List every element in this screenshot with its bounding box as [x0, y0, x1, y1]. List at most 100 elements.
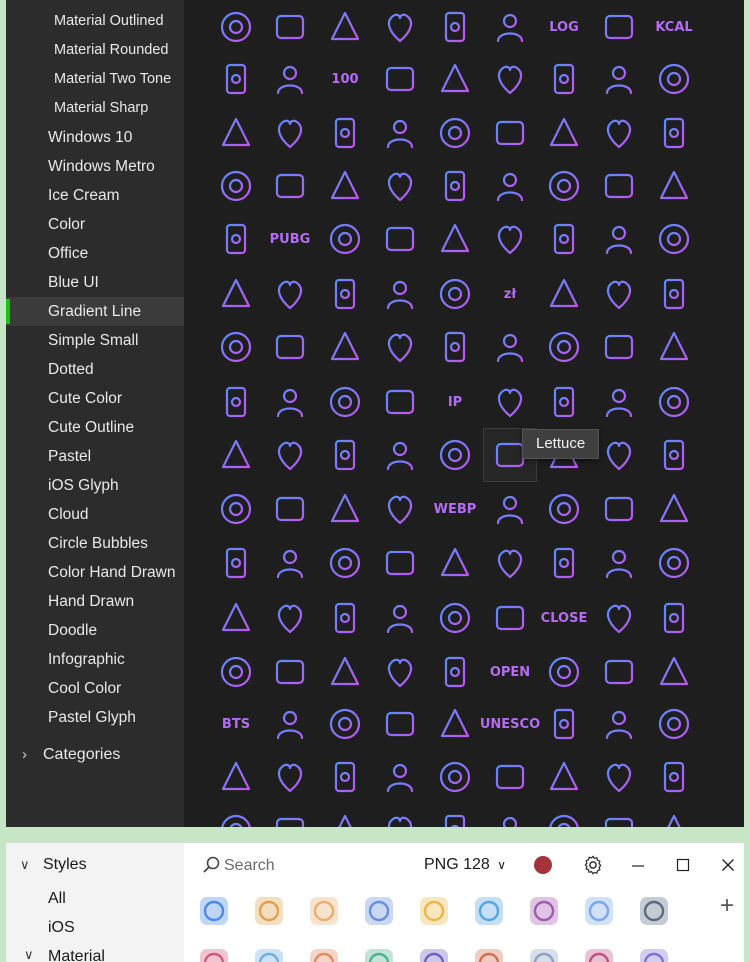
tap-grid-icon[interactable]	[429, 592, 481, 644]
sidebar-item-hand-drawn[interactable]: Hand Drawn	[6, 587, 184, 616]
swimsuit-icon[interactable]	[469, 891, 509, 931]
ground-icon[interactable]	[634, 891, 674, 931]
misc-7-icon[interactable]	[538, 804, 590, 827]
playstation-icon[interactable]	[319, 698, 371, 750]
sidebar-item-pastel-glyph[interactable]: Pastel Glyph	[6, 703, 184, 732]
building-icon[interactable]	[374, 646, 426, 698]
kcal-icon[interactable]: KCAL	[648, 1, 700, 53]
bottle-icon[interactable]	[319, 537, 371, 589]
piggy-icon[interactable]	[593, 592, 645, 644]
webp-icon[interactable]: WEBP	[429, 483, 481, 535]
paint-canvas-icon[interactable]	[538, 537, 590, 589]
sidebar-item-cloud[interactable]: Cloud	[6, 500, 184, 529]
support-icon[interactable]	[593, 751, 645, 803]
flag-post-icon[interactable]	[484, 321, 536, 373]
bts-logo-icon[interactable]	[264, 698, 316, 750]
sidebar-item-dotted[interactable]: Dotted	[6, 355, 184, 384]
search-input[interactable]	[222, 852, 386, 880]
misc-9-icon[interactable]	[648, 804, 700, 827]
sidebar-item-windows-10[interactable]: Windows 10	[6, 123, 184, 152]
receptionist-icon[interactable]	[374, 107, 426, 159]
phoenix-icon[interactable]	[249, 891, 289, 931]
traffic-cone-icon[interactable]	[210, 321, 262, 373]
spray-icon[interactable]	[538, 213, 590, 265]
telegram-icon[interactable]	[429, 107, 481, 159]
electric-toothbrush-icon[interactable]	[210, 160, 262, 212]
zloty-icon[interactable]: zł	[484, 268, 536, 320]
exchange-money-icon[interactable]	[319, 751, 371, 803]
minimize-button[interactable]	[624, 851, 652, 879]
shutter-icon[interactable]	[210, 751, 262, 803]
empress-icon[interactable]	[538, 268, 590, 320]
blender-icon[interactable]	[429, 646, 481, 698]
target-icon[interactable]	[264, 1, 316, 53]
speedometer-icon[interactable]	[648, 53, 700, 105]
sidebar-item-office[interactable]: Office	[6, 239, 184, 268]
misc-1-icon[interactable]	[210, 804, 262, 827]
color-picker-button[interactable]	[534, 856, 552, 874]
hundred-icon[interactable]: 100	[319, 53, 371, 105]
four-badge-icon[interactable]	[648, 698, 700, 750]
at-sign-icon[interactable]	[648, 376, 700, 428]
styles-header[interactable]: Styles	[43, 851, 87, 879]
gitlab-icon[interactable]	[210, 429, 262, 481]
bridge-icon[interactable]	[429, 160, 481, 212]
stretcher-icon[interactable]	[648, 213, 700, 265]
tv-set-icon[interactable]	[374, 1, 426, 53]
steak-icon[interactable]	[484, 537, 536, 589]
misc-5-icon[interactable]	[429, 804, 481, 827]
deathly-hallows-icon[interactable]	[524, 891, 564, 931]
exchange-icon[interactable]	[429, 429, 481, 481]
open-sign-icon[interactable]: OPEN	[484, 646, 536, 698]
dollar-find-icon[interactable]	[538, 751, 590, 803]
facebook-icon[interactable]	[264, 53, 316, 105]
braces-tooth-icon[interactable]	[648, 107, 700, 159]
vase-icon[interactable]	[524, 943, 564, 962]
style-item-material[interactable]: Material	[48, 943, 105, 962]
bts-icon[interactable]: BTS	[210, 698, 262, 750]
hospital-bed-icon[interactable]	[593, 213, 645, 265]
style-item-all[interactable]: All	[48, 885, 66, 913]
sharepoint-icon[interactable]	[319, 429, 371, 481]
gauge-icon[interactable]	[593, 53, 645, 105]
search-box[interactable]	[202, 852, 392, 880]
bank-icon[interactable]	[538, 646, 590, 698]
sidebar-item-ios-glyph[interactable]: iOS Glyph	[6, 471, 184, 500]
vinyl-icon[interactable]	[414, 943, 454, 962]
sidebar-item-material-material-rounded[interactable]: Material Rounded	[6, 36, 184, 65]
windows-logo-icon[interactable]	[374, 429, 426, 481]
baby-toy-icon[interactable]	[210, 592, 262, 644]
food-bowl-icon[interactable]	[648, 537, 700, 589]
sidebar-item-color-hand-drawn[interactable]: Color Hand Drawn	[6, 558, 184, 587]
sidebar-item-gradient-line[interactable]: Gradient Line	[6, 297, 184, 326]
sidebar-item-doodle[interactable]: Doodle	[6, 616, 184, 645]
monitor-settings-icon[interactable]	[264, 483, 316, 535]
finder-icon[interactable]	[359, 891, 399, 931]
format-select[interactable]: PNG 128 ∨	[424, 852, 506, 878]
sidebar-item-circle-bubbles[interactable]: Circle Bubbles	[6, 529, 184, 558]
click-icon[interactable]	[304, 943, 344, 962]
plus-drop-icon[interactable]	[319, 268, 371, 320]
doctor-icon[interactable]	[429, 268, 481, 320]
king-icon[interactable]	[593, 268, 645, 320]
commit-node-icon[interactable]	[264, 429, 316, 481]
peso-coin-icon[interactable]	[414, 891, 454, 931]
wisdom-tooth-icon[interactable]	[429, 321, 481, 373]
coin-hand-icon[interactable]	[210, 646, 262, 698]
categories-section[interactable]: › Categories	[6, 740, 184, 769]
sidebar-item-infographic[interactable]: Infographic	[6, 645, 184, 674]
headset-wave-icon[interactable]	[593, 646, 645, 698]
monster-face-icon[interactable]	[593, 1, 645, 53]
cash-app-icon[interactable]	[538, 53, 590, 105]
massage-chair-icon[interactable]	[593, 107, 645, 159]
misc-6-icon[interactable]	[484, 804, 536, 827]
misc-4-icon[interactable]	[374, 804, 426, 827]
ag-letters-icon[interactable]	[319, 107, 371, 159]
onenote-icon[interactable]	[374, 376, 426, 428]
planet-ring-icon[interactable]	[429, 698, 481, 750]
log-file-icon[interactable]: LOG	[538, 1, 590, 53]
robot-eyes-icon[interactable]	[579, 891, 619, 931]
brush-icon[interactable]	[593, 376, 645, 428]
crystal-icon[interactable]	[484, 376, 536, 428]
b-logo-icon[interactable]	[374, 483, 426, 535]
